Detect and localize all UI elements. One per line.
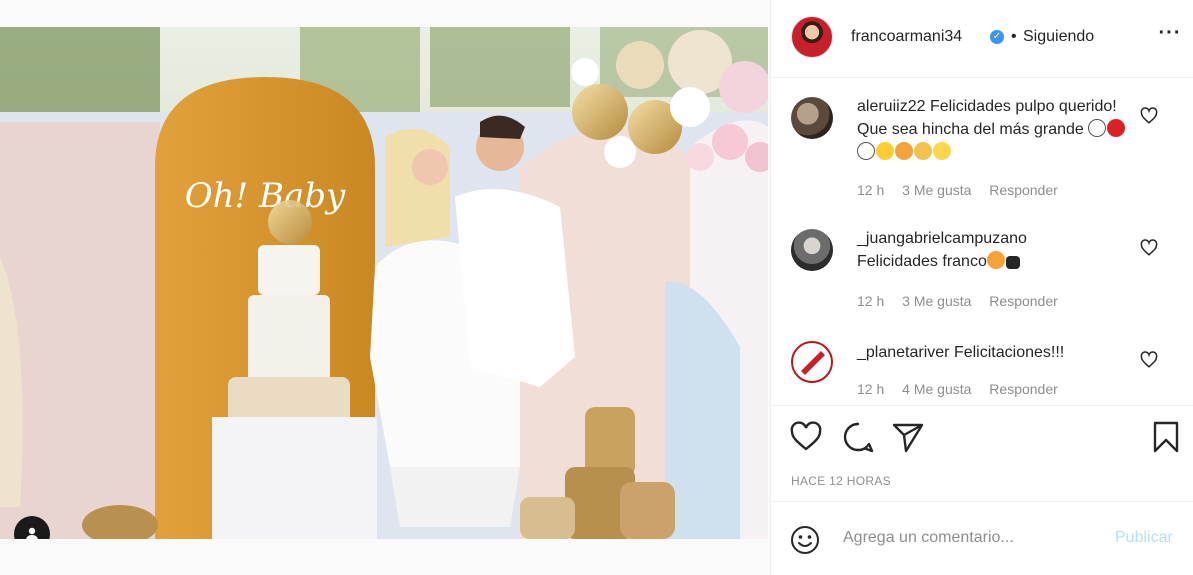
commenter-avatar[interactable] [791,97,833,139]
post-photo-illustration: Oh! Baby [0,27,768,539]
comment-body: Felicidades franco [857,253,987,270]
comment-bubble-icon[interactable] [841,420,875,454]
cake-topper-text: Oh! Baby [185,176,346,216]
verified-badge-icon: ✓ [990,30,1004,44]
owner-avatar[interactable] [791,16,833,58]
post-time-ago: HACE 12 HORAS [791,474,891,488]
commenter-avatar[interactable] [791,229,833,271]
comment-text-block: _planetariver Felicitaciones!!! [857,341,1127,364]
post-photo[interactable]: Oh! Baby [0,27,768,539]
comment-like-heart-icon[interactable] [1140,351,1158,369]
comment-likes[interactable]: 3 Me gusta [902,182,971,198]
comment-input[interactable] [843,524,1105,552]
owner-username[interactable]: francoarmani34 [851,28,962,46]
comments-list[interactable]: aleruiiz22 Felicidades pulpo querido! Qu… [771,79,1193,405]
more-options-icon[interactable]: ··· [1157,22,1183,48]
comment-body: Felicitaciones!!! [953,344,1065,361]
comment-time: 12 h [857,182,885,198]
header-separator: • [1011,28,1017,45]
river-logo-icon [798,348,826,376]
post-side-panel: francoarmani34 ✓ • Siguiendo ··· aleruii… [770,0,1193,575]
white-circle-emoji-icon [1088,119,1107,137]
comment-like-heart-icon[interactable] [1140,107,1158,125]
reply-button[interactable]: Responder [989,182,1058,198]
comment-like-heart-icon[interactable] [1140,239,1158,257]
publish-button[interactable]: Publicar [1115,529,1173,547]
comment-username[interactable]: _planetariver [857,344,950,361]
comment-emojis [986,251,1021,270]
comment-text-block: _juangabrielcampuzano Felicidades franco [857,227,1127,273]
black-heart-emoji-icon [1005,256,1020,269]
comment-text-block: aleruiiz22 Felicidades pulpo querido! Qu… [857,95,1127,164]
comment-meta: 12 h 4 Me gusta Responder [857,381,1072,397]
reply-button[interactable]: Responder [989,381,1058,397]
add-comment-bar: Publicar [771,501,1193,575]
comment-username[interactable]: aleruiiz22 [857,98,925,115]
comment-time: 12 h [857,293,885,309]
partying-face-emoji-icon [933,142,951,160]
paper-plane-icon[interactable] [891,420,925,454]
comment-likes[interactable]: 4 Me gusta [902,381,971,397]
commenter-avatar[interactable] [791,341,833,383]
post-header: francoarmani34 ✓ • Siguiendo ··· [771,0,1193,78]
screaming-face-emoji-icon [895,142,913,160]
comment-likes[interactable]: 3 Me gusta [902,293,971,309]
bookmark-icon[interactable] [1149,420,1183,454]
following-button[interactable]: Siguiendo [1023,28,1094,46]
post-actions-bar: HACE 12 HORAS [771,405,1193,501]
tears-of-joy-emoji-icon [876,142,894,160]
screaming-face-emoji-icon [986,251,1005,269]
reply-button[interactable]: Responder [989,293,1058,309]
smiley-icon[interactable] [789,524,821,556]
clapping-hands-emoji-icon [914,142,932,160]
red-circle-emoji-icon [1107,119,1126,137]
comment-username[interactable]: _juangabrielcampuzano [857,227,1127,250]
white-circle-emoji-icon [857,142,875,160]
comment-meta: 12 h 3 Me gusta Responder [857,182,1072,198]
user-tag-icon [26,527,38,539]
comment-time: 12 h [857,381,885,397]
heart-icon[interactable] [789,420,823,454]
comment-meta: 12 h 3 Me gusta Responder [857,293,1072,309]
